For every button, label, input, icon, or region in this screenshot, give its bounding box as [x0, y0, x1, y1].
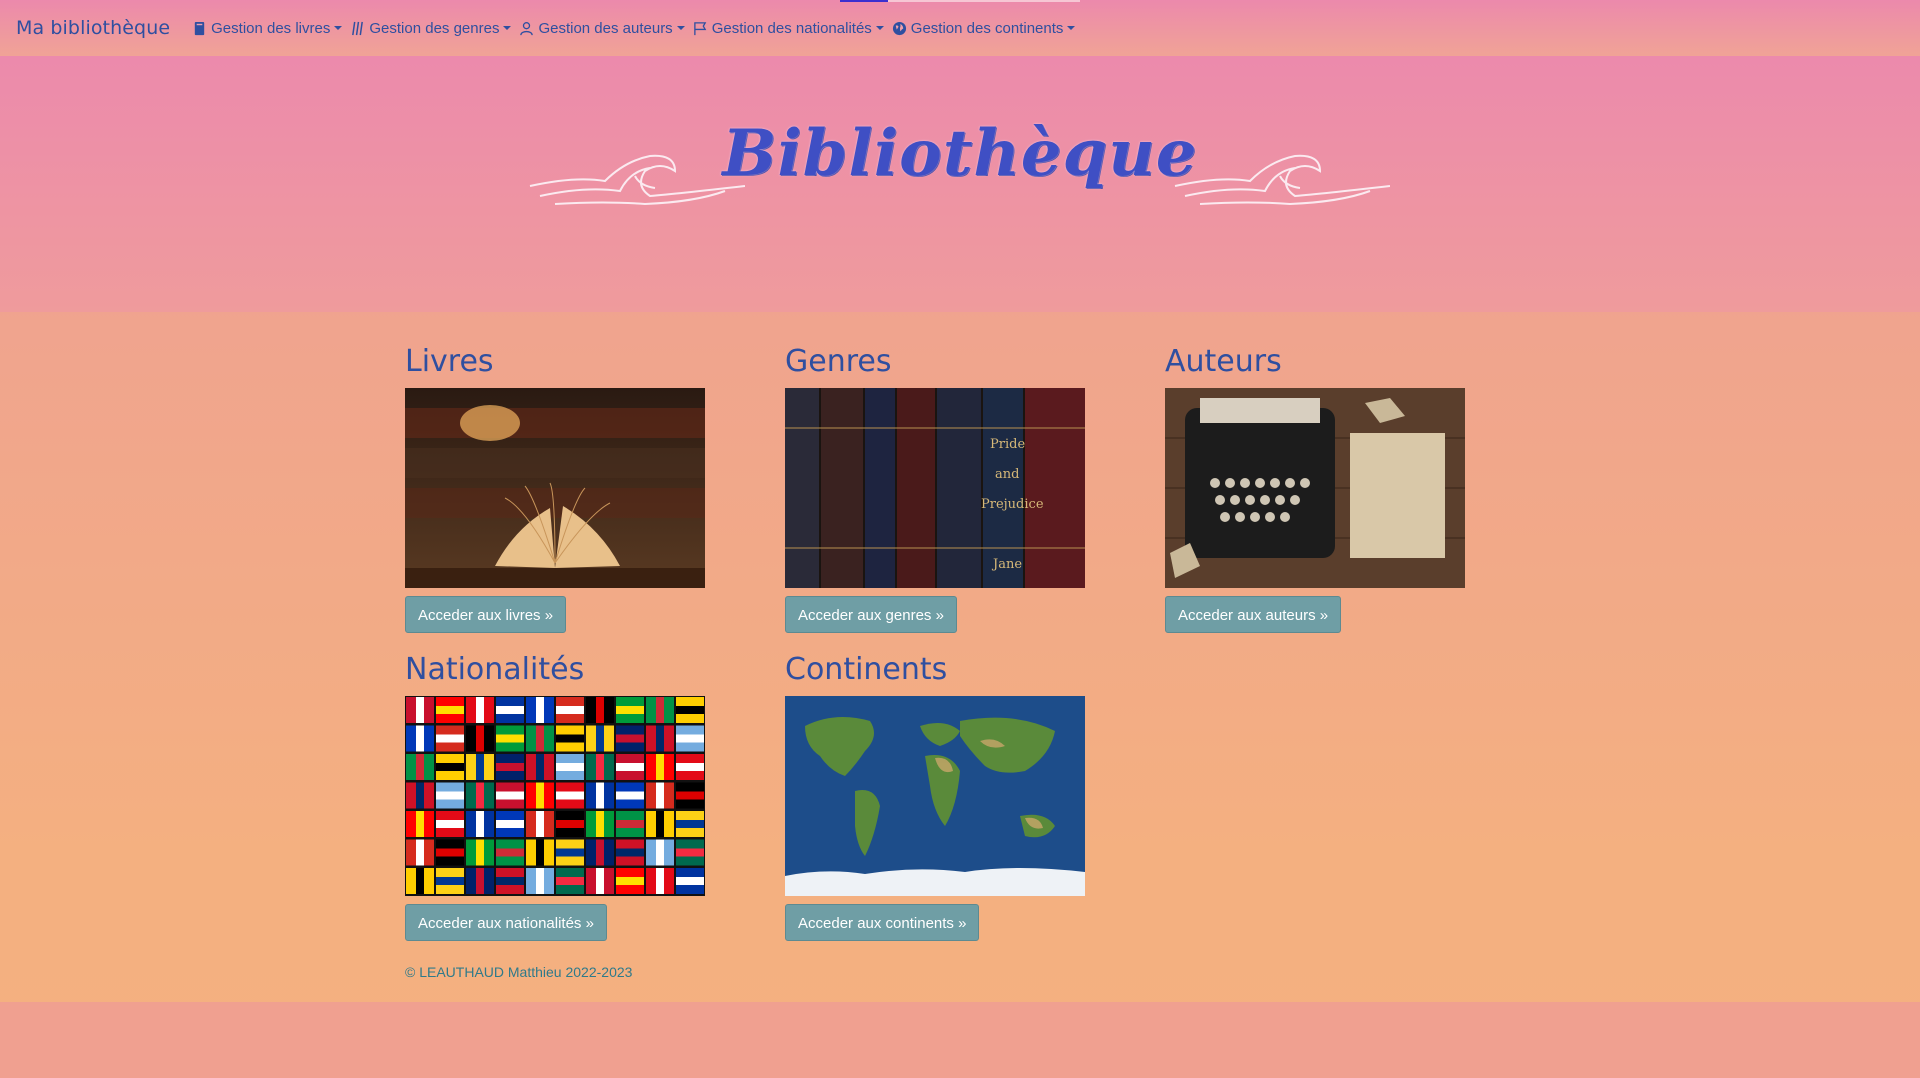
nav-menu: Gestion des livres Gestion des genres Ge… — [192, 20, 1083, 37]
flag-icon — [693, 21, 707, 35]
footer-copyright: © LEAUTHAUD Matthieu 2022-2023 — [405, 964, 633, 980]
person-icon — [520, 21, 534, 35]
card-genres-title: Genres — [785, 344, 892, 379]
page-bottom-band — [0, 1002, 1920, 1078]
world-map-image — [785, 696, 1085, 896]
chevron-down-icon — [875, 26, 884, 30]
globe-icon — [892, 21, 906, 35]
typewriter-image — [1165, 388, 1465, 588]
chevron-down-icon — [503, 26, 512, 30]
card-continents-title: Continents — [785, 652, 948, 687]
brand-link[interactable]: Ma bibliothèque — [16, 17, 170, 39]
svg-text:Jane: Jane — [991, 557, 1022, 572]
nav-item-nationalites-label: Gestion des nationalités — [711, 19, 872, 37]
card-auteurs-title: Auteurs — [1165, 344, 1282, 379]
card-continents: Continents Acceder aux continents » — [785, 648, 1085, 941]
svg-text:Prejudice: Prejudice — [981, 497, 1044, 512]
card-nationalites-title: Nationalités — [405, 652, 585, 687]
nav-item-genres[interactable]: Gestion des genres — [350, 19, 512, 37]
nav-item-genres-label: Gestion des genres — [369, 19, 500, 37]
nav-item-nationalites[interactable]: Gestion des nationalités — [693, 20, 884, 37]
genres-icon — [352, 21, 364, 35]
card-auteurs: Auteurs Acceder aux auteurs » — [1165, 340, 1465, 633]
book-icon — [194, 21, 205, 35]
card-livres: Livres Acceder aux livres » — [405, 340, 705, 633]
nav-indicator — [840, 0, 1080, 2]
chevron-down-icon — [1067, 26, 1076, 30]
card-nationalites: Nationalités Acceder aux nationalités » — [405, 648, 705, 941]
nav-item-auteurs-label: Gestion des auteurs — [538, 19, 673, 37]
card-livres-title: Livres — [405, 344, 494, 379]
nav-item-continents[interactable]: Gestion des continents — [892, 20, 1076, 37]
navbar: Ma bibliothèque Gestion des livres Gesti… — [0, 0, 1920, 56]
svg-text:Pride: Pride — [990, 437, 1025, 452]
nav-item-livres[interactable]: Gestion des livres — [192, 19, 343, 37]
acceder-continents-button[interactable]: Acceder aux continents » — [785, 904, 980, 941]
wave-right-icon — [1174, 154, 1390, 206]
flags-image — [405, 696, 705, 896]
svg-text:and: and — [995, 467, 1019, 482]
acceder-auteurs-button[interactable]: Acceder aux auteurs » — [1165, 596, 1342, 633]
acceder-livres-button[interactable]: Acceder aux livres » — [405, 596, 567, 633]
hero-banner: Bibliothèque — [0, 56, 1920, 312]
acceder-genres-button[interactable]: Acceder aux genres » — [785, 596, 957, 633]
nav-item-livres-label: Gestion des livres — [211, 19, 331, 37]
nav-item-continents-label: Gestion des continents — [910, 19, 1064, 37]
card-genres: Genres Pride and Prejudice Jane Acceder … — [785, 340, 1085, 633]
book-spines-image: Pride and Prejudice Jane — [785, 388, 1085, 588]
chevron-down-icon — [676, 26, 685, 30]
acceder-nationalites-button[interactable]: Acceder aux nationalités » — [405, 904, 607, 941]
chevron-down-icon — [334, 26, 343, 30]
nav-item-auteurs[interactable]: Gestion des auteurs — [519, 19, 685, 37]
page-title: Bibliothèque — [722, 116, 1198, 191]
open-book-image — [405, 388, 705, 588]
